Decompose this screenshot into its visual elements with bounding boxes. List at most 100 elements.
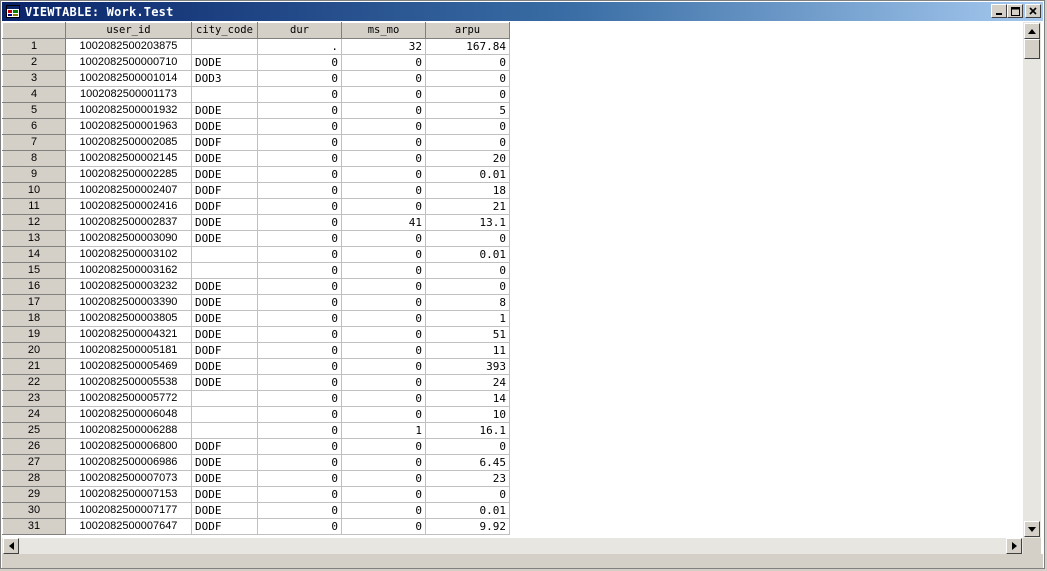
- cell-arpu[interactable]: 5: [425, 102, 510, 119]
- cell-arpu[interactable]: 23: [425, 470, 510, 487]
- cell-city-code[interactable]: DODE: [191, 118, 258, 135]
- cell-arpu[interactable]: 10: [425, 406, 510, 423]
- cell-city-code[interactable]: DODE: [191, 54, 258, 71]
- cell-dur[interactable]: 0: [257, 342, 342, 359]
- cell-city-code[interactable]: DODE: [191, 374, 258, 391]
- cell-user-id[interactable]: 1002082500005772: [65, 390, 192, 407]
- cell-city-code[interactable]: DODE: [191, 278, 258, 295]
- cell-ms-mo[interactable]: 0: [341, 406, 426, 423]
- table-row[interactable]: 19 1002082500004321 DODE 0 0 51: [2, 326, 510, 343]
- row-number[interactable]: 15: [2, 262, 66, 279]
- arrow-down-icon[interactable]: [1024, 521, 1040, 537]
- cell-ms-mo[interactable]: 0: [341, 326, 426, 343]
- cell-ms-mo[interactable]: 0: [341, 278, 426, 295]
- row-number[interactable]: 9: [2, 166, 66, 183]
- cell-arpu[interactable]: 0: [425, 54, 510, 71]
- cell-dur[interactable]: 0: [257, 230, 342, 247]
- cell-arpu[interactable]: 1: [425, 310, 510, 327]
- table-row[interactable]: 21 1002082500005469 DODE 0 0 393: [2, 358, 510, 375]
- cell-dur[interactable]: 0: [257, 262, 342, 279]
- cell-dur[interactable]: 0: [257, 502, 342, 519]
- cell-arpu[interactable]: 21: [425, 198, 510, 215]
- cell-ms-mo[interactable]: 0: [341, 454, 426, 471]
- cell-user-id[interactable]: 1002082500005538: [65, 374, 192, 391]
- minimize-icon[interactable]: [991, 4, 1007, 18]
- row-number[interactable]: 20: [2, 342, 66, 359]
- cell-dur[interactable]: 0: [257, 326, 342, 343]
- cell-arpu[interactable]: 18: [425, 182, 510, 199]
- cell-user-id[interactable]: 1002082500005181: [65, 342, 192, 359]
- cell-ms-mo[interactable]: 0: [341, 470, 426, 487]
- cell-ms-mo[interactable]: 0: [341, 86, 426, 103]
- row-number[interactable]: 22: [2, 374, 66, 391]
- table-row[interactable]: 13 1002082500003090 DODE 0 0 0: [2, 230, 510, 247]
- cell-dur[interactable]: 0: [257, 422, 342, 439]
- cell-user-id[interactable]: 1002082500001963: [65, 118, 192, 135]
- cell-ms-mo[interactable]: 0: [341, 102, 426, 119]
- row-number[interactable]: 27: [2, 454, 66, 471]
- table-row[interactable]: 27 1002082500006986 DODE 0 0 6.45: [2, 454, 510, 471]
- cell-user-id[interactable]: 1002082500003390: [65, 294, 192, 311]
- cell-city-code[interactable]: DODF: [191, 342, 258, 359]
- table-row[interactable]: 23 1002082500005772 0 0 14: [2, 390, 510, 407]
- cell-user-id[interactable]: 1002082500004321: [65, 326, 192, 343]
- cell-user-id[interactable]: 1002082500000710: [65, 54, 192, 71]
- cell-ms-mo[interactable]: 0: [341, 150, 426, 167]
- row-number[interactable]: 2: [2, 54, 66, 71]
- table-row[interactable]: 24 1002082500006048 0 0 10: [2, 406, 510, 423]
- row-number[interactable]: 26: [2, 438, 66, 455]
- cell-arpu[interactable]: 0: [425, 486, 510, 503]
- cell-arpu[interactable]: 0: [425, 70, 510, 87]
- cell-city-code[interactable]: [191, 390, 258, 407]
- maximize-icon[interactable]: [1007, 4, 1023, 18]
- cell-ms-mo[interactable]: 0: [341, 390, 426, 407]
- cell-ms-mo[interactable]: 0: [341, 262, 426, 279]
- cell-city-code[interactable]: DODF: [191, 518, 258, 535]
- row-number[interactable]: 11: [2, 198, 66, 215]
- cell-arpu[interactable]: 0.01: [425, 502, 510, 519]
- cell-arpu[interactable]: 0.01: [425, 166, 510, 183]
- table-row[interactable]: 12 1002082500002837 DODE 0 41 13.1: [2, 214, 510, 231]
- cell-city-code[interactable]: [191, 406, 258, 423]
- cell-arpu[interactable]: 0: [425, 86, 510, 103]
- cell-user-id[interactable]: 1002082500001173: [65, 86, 192, 103]
- cell-user-id[interactable]: 1002082500002085: [65, 134, 192, 151]
- cell-user-id[interactable]: 1002082500002145: [65, 150, 192, 167]
- table-row[interactable]: 14 1002082500003102 0 0 0.01: [2, 246, 510, 263]
- cell-arpu[interactable]: 16.1: [425, 422, 510, 439]
- cell-ms-mo[interactable]: 0: [341, 294, 426, 311]
- cell-dur[interactable]: 0: [257, 310, 342, 327]
- cell-ms-mo[interactable]: 0: [341, 518, 426, 535]
- cell-city-code[interactable]: DODE: [191, 166, 258, 183]
- cell-arpu[interactable]: 9.92: [425, 518, 510, 535]
- cell-user-id[interactable]: 1002082500002416: [65, 198, 192, 215]
- table-row[interactable]: 29 1002082500007153 DODE 0 0 0: [2, 486, 510, 503]
- cell-ms-mo[interactable]: 0: [341, 486, 426, 503]
- cell-dur[interactable]: 0: [257, 166, 342, 183]
- cell-arpu[interactable]: 167.84: [425, 38, 510, 55]
- cell-ms-mo[interactable]: 0: [341, 166, 426, 183]
- row-number[interactable]: 10: [2, 182, 66, 199]
- row-number[interactable]: 23: [2, 390, 66, 407]
- row-number[interactable]: 5: [2, 102, 66, 119]
- table-row[interactable]: 4 1002082500001173 0 0 0: [2, 86, 510, 103]
- table-row[interactable]: 30 1002082500007177 DODE 0 0 0.01: [2, 502, 510, 519]
- cell-arpu[interactable]: 0.01: [425, 246, 510, 263]
- table-row[interactable]: 7 1002082500002085 DODF 0 0 0: [2, 134, 510, 151]
- cell-user-id[interactable]: 1002082500003102: [65, 246, 192, 263]
- cell-user-id[interactable]: 1002082500003805: [65, 310, 192, 327]
- table-row[interactable]: 28 1002082500007073 DODE 0 0 23: [2, 470, 510, 487]
- cell-city-code[interactable]: DODF: [191, 182, 258, 199]
- row-number[interactable]: 28: [2, 470, 66, 487]
- cell-user-id[interactable]: 1002082500003232: [65, 278, 192, 295]
- cell-dur[interactable]: 0: [257, 470, 342, 487]
- row-number[interactable]: 18: [2, 310, 66, 327]
- cell-user-id[interactable]: 1002082500006288: [65, 422, 192, 439]
- cell-dur[interactable]: 0: [257, 70, 342, 87]
- cell-city-code[interactable]: [191, 86, 258, 103]
- table-row[interactable]: 26 1002082500006800 DODF 0 0 0: [2, 438, 510, 455]
- cell-arpu[interactable]: 0: [425, 262, 510, 279]
- horizontal-scrollbar[interactable]: [2, 538, 1023, 554]
- cell-city-code[interactable]: DODE: [191, 470, 258, 487]
- table-row[interactable]: 16 1002082500003232 DODE 0 0 0: [2, 278, 510, 295]
